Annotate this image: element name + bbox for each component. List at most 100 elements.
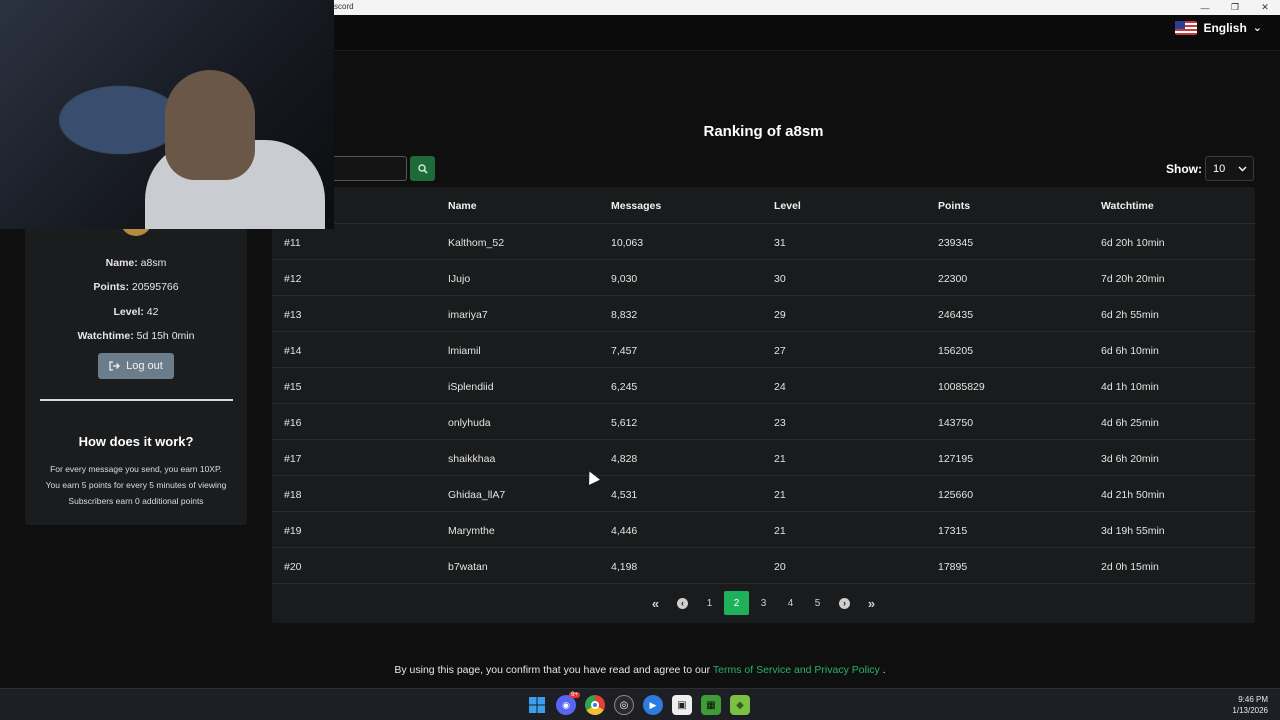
page-5-button[interactable]: 5 [804, 591, 831, 615]
messages-cell: 8,832 [611, 309, 638, 321]
profile-points: 20595766 [131, 281, 179, 293]
table-row: #20 b7watan 4,198 20 17895 2d 0h 15min [272, 548, 1255, 584]
maximize-button[interactable]: ❐ [1220, 0, 1250, 15]
level-cell: 29 [774, 309, 786, 321]
chevron-down-icon: ⌄ [1252, 22, 1262, 34]
chevron-down-icon [1238, 166, 1247, 171]
search-icon [417, 163, 428, 174]
footer-text: By using this page, you confirm that you… [394, 664, 713, 676]
footer: By using this page, you confirm that you… [0, 664, 1280, 676]
chrome-icon[interactable] [585, 695, 605, 715]
ranking-table: Name Messages Level Points Watchtime #11… [272, 187, 1255, 623]
rank-cell: #11 [284, 237, 301, 249]
points-cell: 125660 [938, 489, 974, 501]
name-cell: Marymthe [448, 525, 495, 537]
app-icon-green-cube[interactable]: ◆ [730, 695, 750, 715]
search-input[interactable] [334, 156, 407, 181]
page-2-button[interactable]: 2 [724, 591, 749, 615]
last-page-button[interactable]: » [858, 591, 885, 615]
watchtime-cell: 7d 20h 20min [1101, 273, 1165, 285]
rank-cell: #13 [284, 309, 302, 321]
watchtime-cell: 6d 6h 10min [1101, 345, 1159, 357]
name-cell: imariya7 [448, 309, 488, 321]
level-cell: 30 [774, 273, 786, 285]
previous-page-button[interactable]: ‹ [669, 591, 696, 615]
watchtime-cell: 4d 1h 10min [1101, 381, 1159, 393]
how-it-works-title: How does it work? [78, 434, 194, 449]
name-cell: lmiamil [448, 345, 481, 357]
page-3-button[interactable]: 3 [750, 591, 777, 615]
watchtime-cell: 3d 6h 20min [1101, 453, 1159, 465]
column-header-level[interactable]: Level [774, 200, 801, 212]
table-row: #17 shaikkhaa 4,828 21 127195 3d 6h 20mi… [272, 440, 1255, 476]
terms-link[interactable]: Terms of Service and Privacy Policy [713, 664, 880, 676]
taskbar: ◉ 9+ ◎ ▶ ▣ ▦ ◆ 9:46 PM 1/13/2026 [0, 688, 1280, 720]
name-cell: IJujo [448, 273, 471, 285]
watchtime-cell: 3d 19h 55min [1101, 525, 1165, 537]
logout-button[interactable]: Log out [98, 353, 174, 379]
close-button[interactable]: ✕ [1250, 0, 1280, 15]
level-label: Level: [113, 306, 144, 318]
level-cell: 24 [774, 381, 786, 393]
watchtime-cell: 6d 20h 10min [1101, 237, 1165, 249]
search-button[interactable] [410, 156, 435, 181]
points-cell: 239345 [938, 237, 974, 249]
us-flag-icon [1175, 21, 1198, 35]
points-label: Points: [93, 281, 129, 293]
how-line-2: You earn 5 points for every 5 minutes of… [45, 480, 227, 490]
messages-cell: 4,531 [611, 489, 638, 501]
name-cell: shaikkhaa [448, 453, 496, 465]
taskbar-apps: ◉ 9+ ◎ ▶ ▣ ▦ ◆ [527, 692, 750, 715]
profile-level-line: Level: 42 [25, 306, 247, 318]
page-size-select[interactable]: 10 [1205, 156, 1254, 181]
divider [40, 399, 233, 401]
table-row: #11 Kalthom_52 10,063 31 239345 6d 20h 1… [272, 224, 1255, 260]
points-cell: 17895 [938, 561, 968, 573]
windows-start-icon[interactable] [527, 695, 547, 715]
sign-out-icon [109, 361, 121, 371]
discord-icon[interactable]: ◉ 9+ [556, 692, 580, 715]
minecraft-icon[interactable]: ▦ [701, 695, 721, 715]
messages-cell: 5,612 [611, 417, 638, 429]
profile-watchtime: 5d 15h 0min [136, 330, 195, 342]
app-icon-white[interactable]: ▣ [672, 695, 692, 715]
rank-cell: #15 [284, 381, 302, 393]
profile-name: a8sm [140, 257, 167, 269]
column-header-name[interactable]: Name [448, 200, 477, 212]
level-cell: 27 [774, 345, 786, 357]
obs-icon[interactable]: ◎ [614, 695, 634, 715]
messages-cell: 9,030 [611, 273, 638, 285]
column-header-watchtime[interactable]: Watchtime [1101, 200, 1154, 212]
footer-text-end: . [879, 664, 886, 676]
language-selector[interactable]: English ⌄ [1175, 21, 1262, 35]
level-cell: 21 [774, 525, 786, 537]
first-page-button[interactable]: « [642, 591, 669, 615]
table-row: #13 imariya7 8,832 29 246435 6d 2h 55min [272, 296, 1255, 332]
messages-cell: 4,446 [611, 525, 638, 537]
table-header: Name Messages Level Points Watchtime [272, 187, 1255, 224]
page-4-button[interactable]: 4 [777, 591, 804, 615]
app-icon-blue[interactable]: ▶ [643, 695, 663, 715]
system-clock[interactable]: 9:46 PM 1/13/2026 [1232, 694, 1268, 716]
chevron-right-icon: › [839, 597, 850, 609]
clock-date: 1/13/2026 [1232, 706, 1268, 715]
watchtime-label: Watchtime: [77, 330, 134, 342]
table-row: #15 iSplendiid 6,245 24 10085829 4d 1h 1… [272, 368, 1255, 404]
minimize-button[interactable]: — [1190, 0, 1220, 15]
level-cell: 21 [774, 489, 786, 501]
column-header-messages[interactable]: Messages [611, 200, 661, 212]
profile-card: Name: a8sm Points: 20595766 Level: 42 Wa… [25, 180, 247, 525]
language-label: English [1203, 21, 1247, 35]
messages-cell: 7,457 [611, 345, 638, 357]
page-1-button[interactable]: 1 [696, 591, 723, 615]
profile-watchtime-line: Watchtime: 5d 15h 0min [25, 330, 247, 342]
name-cell: iSplendiid [448, 381, 494, 393]
points-cell: 22300 [938, 273, 968, 285]
rank-cell: #19 [284, 525, 302, 537]
messages-cell: 10,063 [611, 237, 644, 249]
column-header-points[interactable]: Points [938, 200, 970, 212]
messages-cell: 4,828 [611, 453, 638, 465]
next-page-button[interactable]: › [831, 591, 858, 615]
rank-cell: #14 [284, 345, 302, 357]
rank-cell: #12 [284, 273, 302, 285]
